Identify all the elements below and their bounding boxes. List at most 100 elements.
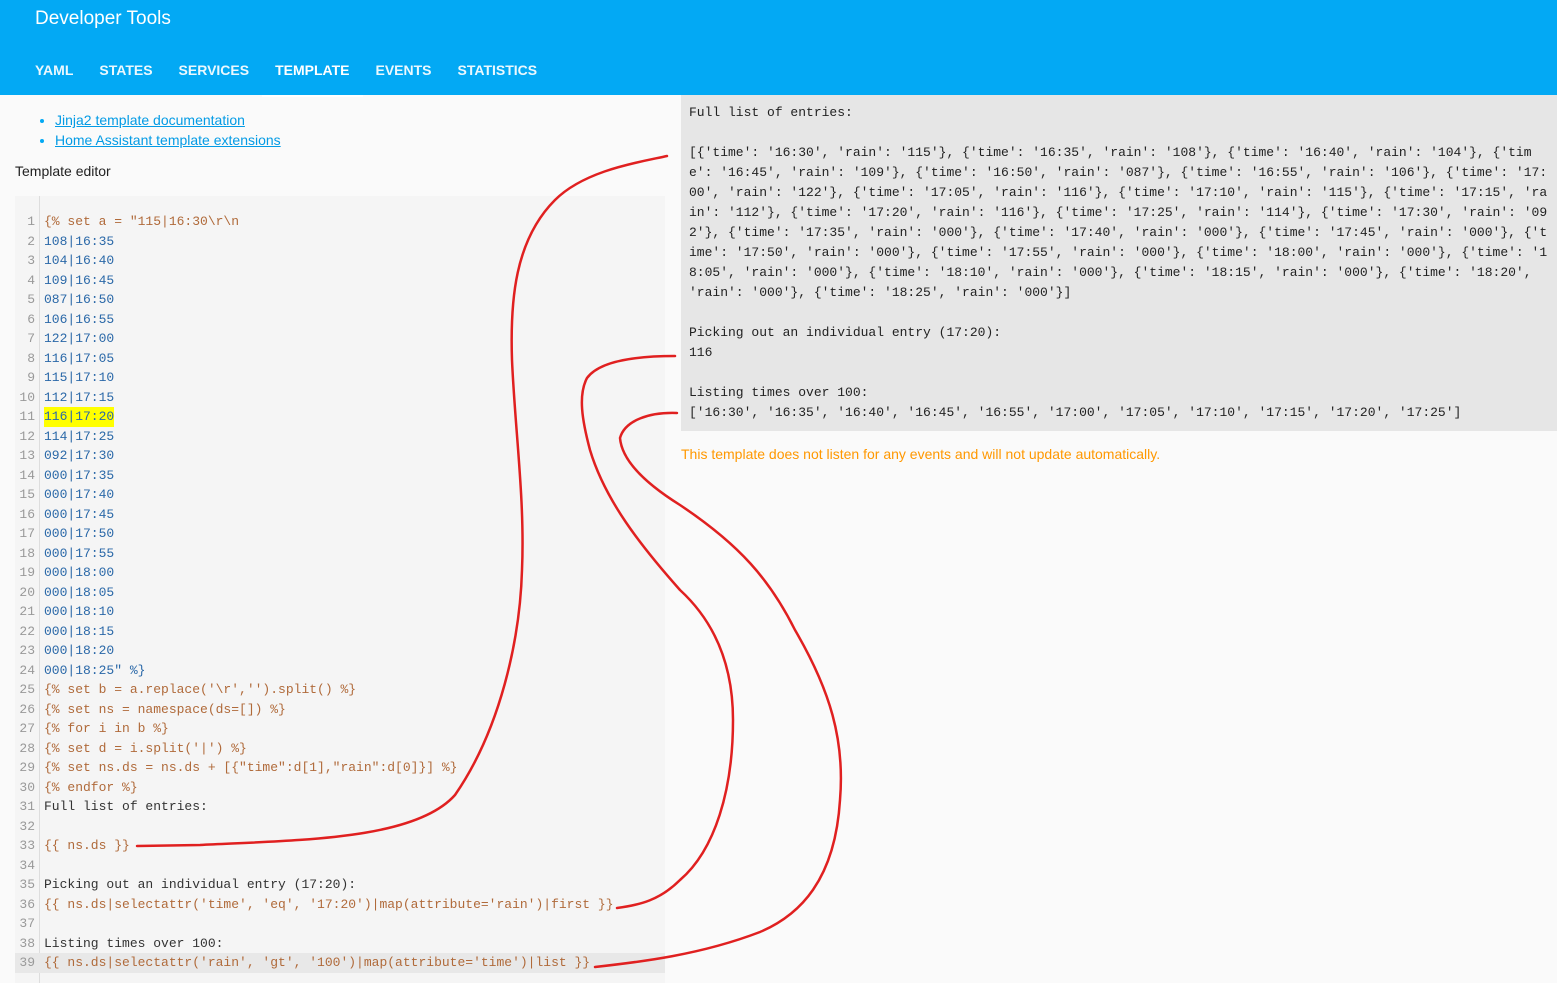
line-number: 29 <box>19 760 35 775</box>
line-text: {% set b = a.replace('\r','').split() %} <box>44 682 357 697</box>
line-number: 28 <box>19 740 35 756</box>
line-number: 1 <box>27 214 35 229</box>
line-text: 109|16:45 <box>44 272 115 288</box>
code-line[interactable]: 2 108|16:35 <box>15 232 665 252</box>
code-line[interactable]: 26 {% set ns = namespace(ds=[]) %} <box>15 700 665 720</box>
line-number: 38 <box>19 935 35 951</box>
line-number: 27 <box>19 721 35 736</box>
line-number: 37 <box>19 916 35 931</box>
tab-template[interactable]: TEMPLATE <box>262 50 363 97</box>
line-text: {% set a = "115|16:30\r\n <box>44 214 240 229</box>
line-number: 4 <box>27 272 35 288</box>
code-line[interactable]: 14 000|17:35 <box>15 466 665 486</box>
code-line[interactable]: 36 {{ ns.ds|selectattr('time', 'eq', '17:… <box>15 895 665 915</box>
line-number: 14 <box>19 467 35 483</box>
line-text: 000|18:10 <box>44 604 115 619</box>
code-line[interactable]: 28 {% set d = i.split('|') %} <box>15 739 665 759</box>
code-line[interactable]: 1 {% set a = "115|16:30\r\n <box>15 212 665 232</box>
line-number: 8 <box>27 350 35 366</box>
code-line[interactable]: 13 092|17:30 <box>15 446 665 466</box>
line-text: 114|17:25 <box>44 428 115 444</box>
line-text: 000|17:45 <box>44 506 115 522</box>
line-number: 12 <box>19 428 35 444</box>
code-line[interactable]: 34 <box>15 856 665 876</box>
code-line[interactable]: 6 106|16:55 <box>15 310 665 330</box>
code-line[interactable]: 29 {% set ns.ds = ns.ds + [{"time":d[1],"… <box>15 758 665 778</box>
code-line[interactable]: 10 112|17:15 <box>15 388 665 408</box>
code-line[interactable]: 3 104|16:40 <box>15 251 665 271</box>
line-number: 11 <box>19 409 35 424</box>
line-text: 000|17:50 <box>44 526 115 541</box>
full-list-heading: Full list of entries: <box>689 105 853 120</box>
code-line[interactable]: 32 <box>15 817 665 837</box>
code-line[interactable]: 25 {% set b = a.replace('\r','').split() … <box>15 680 665 700</box>
line-number: 36 <box>19 896 35 912</box>
template-editor-label: Template editor <box>15 163 111 179</box>
line-text: {% set ns = namespace(ds=[]) %} <box>44 701 286 717</box>
line-text: 000|18:25" %} <box>44 662 146 678</box>
code-line[interactable]: 18 000|17:55 <box>15 544 665 564</box>
line-number: 2 <box>27 233 35 249</box>
tab-events[interactable]: EVENTS <box>363 50 445 95</box>
code-line[interactable]: 15 000|17:40 <box>15 485 665 505</box>
line-number: 32 <box>19 818 35 834</box>
code-line[interactable]: 27 {% for i in b %} <box>15 719 665 739</box>
line-number: 19 <box>19 565 35 580</box>
line-text: 092|17:30 <box>44 448 115 463</box>
line-number: 24 <box>19 662 35 678</box>
line-number: 5 <box>27 292 35 307</box>
code-line[interactable]: 20 000|18:05 <box>15 583 665 603</box>
link-item: Jinja2 template documentation <box>55 110 281 130</box>
single-entry-value: 116 <box>689 345 713 360</box>
code-line[interactable]: 31 Full list of entries: <box>15 797 665 817</box>
code-line[interactable]: 30 {% endfor %} <box>15 778 665 798</box>
line-text: 000|18:00 <box>44 565 115 580</box>
line-text: Full list of entries: <box>44 799 208 814</box>
line-text: {% for i in b %} <box>44 721 169 736</box>
jinja2-docs-link[interactable]: Jinja2 template documentation <box>55 112 245 128</box>
list-value: ['16:30', '16:35', '16:40', '16:45', '16… <box>689 405 1462 420</box>
line-text: Picking out an individual entry (17:20): <box>44 877 357 892</box>
code-line[interactable]: 4 109|16:45 <box>15 271 665 291</box>
code-line[interactable]: 16 000|17:45 <box>15 505 665 525</box>
code-line[interactable]: 12 114|17:25 <box>15 427 665 447</box>
line-text: 108|16:35 <box>44 233 115 249</box>
line-number: 25 <box>19 682 35 697</box>
code-line[interactable]: 21 000|18:10 <box>15 602 665 622</box>
line-text: {{ ns.ds }} <box>44 838 130 853</box>
documentation-links: Jinja2 template documentation Home Assis… <box>38 110 281 150</box>
code-line[interactable]: 8 116|17:05 <box>15 349 665 369</box>
code-line[interactable]: 9 115|17:10 <box>15 368 665 388</box>
line-number: 7 <box>27 331 35 346</box>
code-line[interactable]: 19 000|18:00 <box>15 563 665 583</box>
template-editor[interactable]: 1 {% set a = "115|16:30\r\n 2 108|16:35 3 104… <box>15 196 665 983</box>
code-line[interactable]: 23 000|18:20 <box>15 641 665 661</box>
tab-services[interactable]: SERVICES <box>166 50 263 95</box>
tab-statistics[interactable]: STATISTICS <box>445 50 551 95</box>
tab-states[interactable]: STATES <box>86 50 165 95</box>
line-number: 3 <box>27 253 35 268</box>
line-number: 13 <box>19 448 35 463</box>
line-text: 000|18:20 <box>44 643 115 658</box>
code-line[interactable]: 35 Picking out an individual entry (17:20… <box>15 875 665 895</box>
code-line[interactable]: 5 087|16:50 <box>15 290 665 310</box>
line-text: 106|16:55 <box>44 311 115 327</box>
code-line[interactable]: 37 <box>15 914 665 934</box>
single-entry-heading: Picking out an individual entry (17:20): <box>689 325 1002 340</box>
line-number: 21 <box>19 604 35 619</box>
full-list-value: [{'time': '16:30', 'rain': '115'}, {'tim… <box>689 145 1548 300</box>
line-number: 39 <box>19 955 35 970</box>
code-line[interactable]: 38 Listing times over 100: <box>15 934 665 954</box>
code-line[interactable]: 39 {{ ns.ds|selectattr('rain', 'gt', '100… <box>15 953 665 973</box>
line-text: {{ ns.ds|selectattr('rain', 'gt', '100')… <box>44 955 591 970</box>
line-number: 10 <box>19 389 35 405</box>
code-line[interactable]: 33 {{ ns.ds }} <box>15 836 665 856</box>
code-line[interactable]: 22 000|18:15 <box>15 622 665 642</box>
tab-yaml[interactable]: YAML <box>22 50 86 95</box>
code-line[interactable]: 7 122|17:00 <box>15 329 665 349</box>
code-line[interactable]: 11 116|17:20 <box>15 407 665 427</box>
line-number: 34 <box>19 857 35 873</box>
code-line[interactable]: 17 000|17:50 <box>15 524 665 544</box>
code-line[interactable]: 24 000|18:25" %} <box>15 661 665 681</box>
ha-template-extensions-link[interactable]: Home Assistant template extensions <box>55 132 281 148</box>
